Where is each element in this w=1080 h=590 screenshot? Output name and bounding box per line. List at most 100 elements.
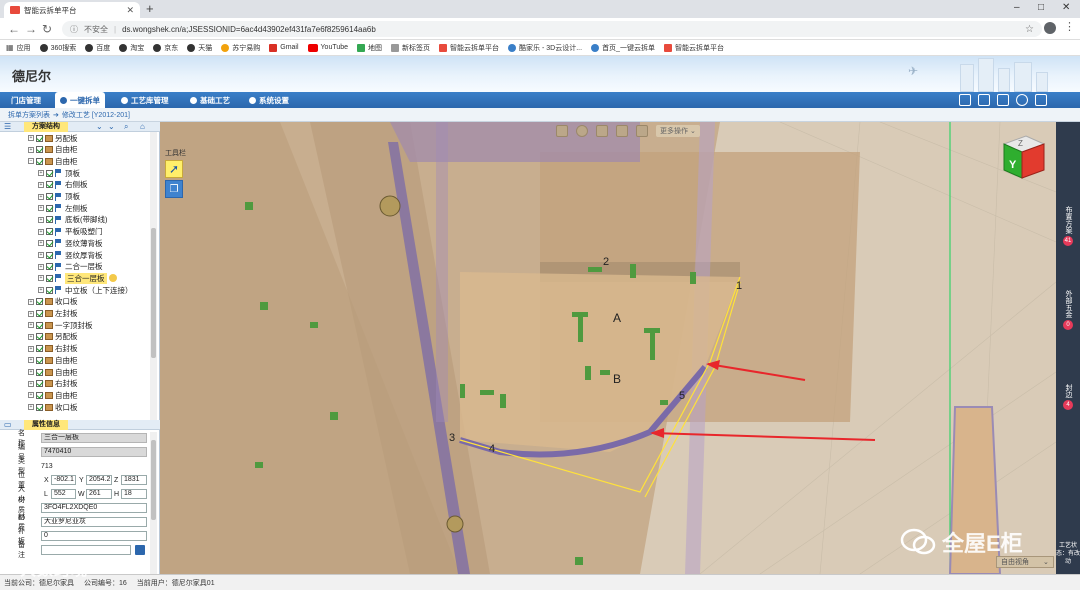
expand-icon[interactable]: + xyxy=(28,333,34,340)
tree-node[interactable]: + 中立板（上下连接） xyxy=(38,284,133,296)
tree-node[interactable]: + 平板吸塑门 xyxy=(38,226,103,238)
url-text[interactable]: ds.wongshek.cn/a;JSESSIONID=6ac4d43902ef… xyxy=(122,25,376,34)
position-y-input[interactable]: 2054.2 xyxy=(86,475,112,485)
tree-checkbox[interactable] xyxy=(36,333,43,341)
tree-checkbox[interactable] xyxy=(36,134,43,142)
props-scrollbar[interactable] xyxy=(150,432,157,574)
more-ops-dropdown[interactable]: 更多操作 ⌄ xyxy=(656,125,700,137)
new-tab-button[interactable]: + xyxy=(146,1,154,16)
address-bar[interactable]: ⓘ 不安全 | ds.wongshek.cn/a;JSESSIONID=6ac4… xyxy=(62,21,1042,37)
expand-icon[interactable]: + xyxy=(38,181,44,188)
expand-icon[interactable]: + xyxy=(28,380,34,387)
tree-checkbox[interactable] xyxy=(36,345,43,353)
tree-scrollbar[interactable] xyxy=(150,132,157,420)
expand-icon[interactable]: + xyxy=(38,252,44,258)
rail-external-hardware[interactable]: 外部五金 0 xyxy=(1056,290,1080,330)
nav-one-click-split[interactable]: 一键拆单 xyxy=(55,92,105,108)
tree-checkbox[interactable] xyxy=(36,368,43,376)
tree-checkbox[interactable] xyxy=(36,356,43,364)
nav-craft-library[interactable]: 工艺库管理 xyxy=(116,92,174,108)
tree-checkbox[interactable] xyxy=(36,391,43,399)
tree-node[interactable]: + 收口板 xyxy=(28,401,78,413)
expand-icon[interactable]: + xyxy=(28,298,34,305)
size-l-input[interactable]: 552 xyxy=(51,489,76,499)
undo-icon[interactable] xyxy=(636,125,648,137)
expand-icon[interactable]: + xyxy=(28,404,34,411)
position-x-input[interactable]: -802.1 xyxy=(51,475,76,485)
save-icon[interactable] xyxy=(135,545,145,555)
profile-avatar[interactable] xyxy=(1044,22,1056,34)
scroll-thumb[interactable] xyxy=(151,228,156,358)
position-z-input[interactable]: 1831 xyxy=(121,475,147,485)
tree-checkbox[interactable] xyxy=(46,181,53,189)
tree-checkbox[interactable] xyxy=(46,216,53,224)
tree-node[interactable]: + 左封板 xyxy=(28,308,78,320)
collapse-icon[interactable]: − xyxy=(28,158,34,165)
tree-node[interactable]: + 自由柜 xyxy=(28,366,78,378)
bookmark-item[interactable]: 酷家乐 - 3D云设计... xyxy=(508,43,582,53)
bookmark-item[interactable]: 新标签页 xyxy=(391,43,430,53)
tree-node[interactable]: + 二合一层板 xyxy=(38,261,103,273)
expand-icon[interactable]: + xyxy=(38,170,44,177)
tree-checkbox[interactable] xyxy=(46,169,53,177)
tree-node[interactable]: − 自由柜 xyxy=(28,155,78,167)
tree-node[interactable]: + 右封板 xyxy=(28,343,78,355)
bookmark-item[interactable]: 百度 xyxy=(85,43,110,53)
bookmark-item[interactable]: 淘宝 xyxy=(119,43,144,53)
home-icon[interactable]: ⌂ xyxy=(140,122,145,132)
expand-all-icon[interactable]: ⌄ xyxy=(96,122,103,132)
size-h-input[interactable]: 18 xyxy=(121,489,147,499)
collapse-all-icon[interactable]: ⌄ xyxy=(108,122,115,132)
tree-checkbox[interactable] xyxy=(46,204,53,212)
expand-icon[interactable]: + xyxy=(38,240,44,247)
tree-checkbox[interactable] xyxy=(46,251,53,259)
tree-node[interactable]: + 另配板 xyxy=(28,331,78,343)
select-tool-button[interactable]: ➚ xyxy=(165,160,183,178)
tree-checkbox[interactable] xyxy=(46,263,53,271)
bookmark-item[interactable]: 智能云拆单平台 xyxy=(439,43,499,53)
tree-node[interactable]: + 竖纹薄背板 xyxy=(38,237,103,249)
browser-menu-icon[interactable]: ⋮ xyxy=(1064,20,1075,33)
tree-node[interactable]: + 右封板 xyxy=(28,378,78,390)
tree-node[interactable]: + 左侧板 xyxy=(38,202,88,214)
tree-node[interactable]: + 顶板 xyxy=(38,191,80,203)
tree-checkbox[interactable] xyxy=(46,286,53,294)
bookmark-apps[interactable]: ▦ 应用 xyxy=(6,43,31,53)
expand-icon[interactable]: + xyxy=(38,205,44,212)
tree-checkbox[interactable] xyxy=(36,146,43,154)
layers-icon[interactable] xyxy=(596,125,608,137)
rail-edge-banding[interactable]: 封边 4 xyxy=(1056,384,1080,410)
bookmark-item[interactable]: 苏宁易购 xyxy=(221,43,260,53)
scene-canvas[interactable]: 1 2 3 4 5 A B xyxy=(160,122,1056,574)
bookmark-item[interactable]: 360搜索 xyxy=(39,43,76,53)
minimize-button[interactable]: – xyxy=(1014,2,1020,13)
size-w-input[interactable]: 261 xyxy=(86,489,112,499)
rail-layout-plan[interactable]: 布置方案 41 xyxy=(1056,206,1080,246)
tree-checkbox[interactable] xyxy=(46,274,53,282)
tree-checkbox[interactable] xyxy=(46,228,53,236)
target-icon[interactable] xyxy=(576,125,588,137)
expand-icon[interactable]: + xyxy=(28,345,34,352)
tree-checkbox[interactable] xyxy=(36,403,43,411)
tree-node[interactable]: + 竖纹厚背板 xyxy=(38,249,103,261)
tree-node[interactable]: + 一字顶封板 xyxy=(28,319,93,331)
tab-close-icon[interactable]: ✕ xyxy=(126,5,134,16)
scroll-thumb[interactable] xyxy=(151,440,156,520)
info-icon[interactable]: ⓘ xyxy=(70,24,78,35)
nav-system-settings[interactable]: 系统设置 xyxy=(244,92,294,108)
tree-checkbox[interactable] xyxy=(36,380,43,388)
expand-icon[interactable]: + xyxy=(38,287,44,294)
bookmark-item[interactable]: 首页_一键云拆单 xyxy=(591,43,655,53)
tree-checkbox[interactable] xyxy=(46,239,53,247)
material-field[interactable]: 大亚罗尼亚灰 xyxy=(41,517,147,527)
nav-basic-craft[interactable]: 基础工艺 xyxy=(185,92,235,108)
expand-icon[interactable]: + xyxy=(28,357,34,364)
bookmark-item[interactable]: 智能云拆单平台 xyxy=(663,43,724,53)
patch-field[interactable]: 0 xyxy=(41,531,147,541)
material-id-field[interactable]: 3FO4FL2XDQE0 xyxy=(41,503,147,513)
expand-icon[interactable]: + xyxy=(38,193,44,200)
expand-icon[interactable]: + xyxy=(28,310,34,317)
menu-list-icon[interactable]: ☰ xyxy=(4,122,11,132)
view-cube[interactable]: Z Y xyxy=(1000,132,1046,182)
bookmark-item[interactable]: Gmail xyxy=(269,43,299,52)
